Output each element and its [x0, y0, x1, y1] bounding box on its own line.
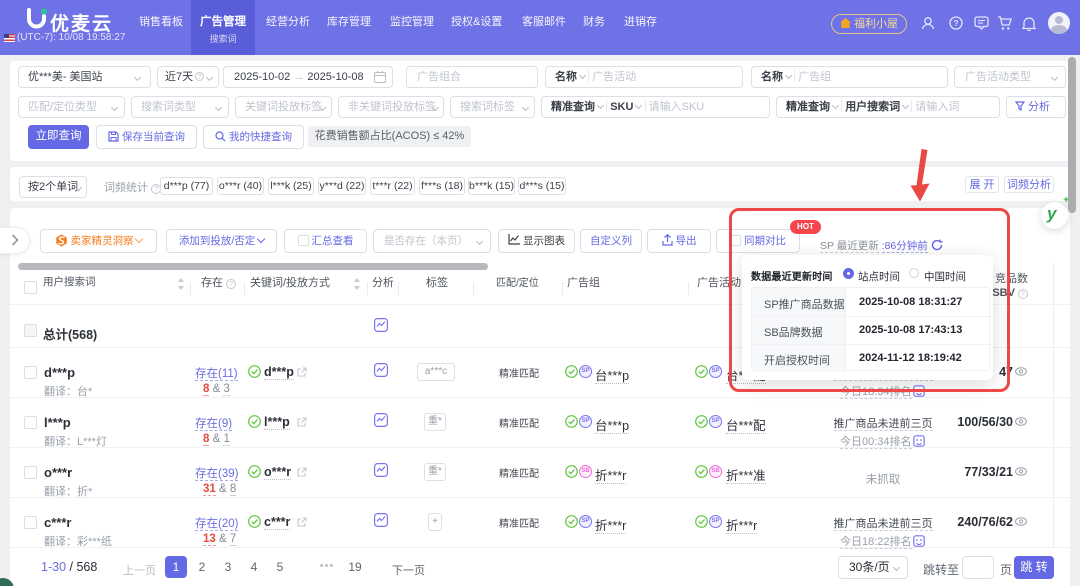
svg-text:?: ? — [953, 18, 958, 28]
